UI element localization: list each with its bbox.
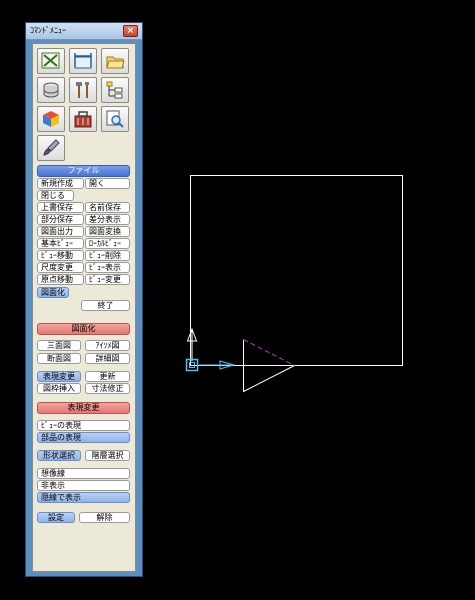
toolbox-tool-icon [74,111,92,128]
drawing-section-header: 図面化 [37,323,130,335]
hammer-tools-button[interactable] [69,77,97,103]
drawing-triangle [243,339,295,393]
expression-section-header: 表現変更 [37,402,130,414]
title-bar[interactable]: ｺﾏﾝﾄﾞﾒﾆｭｰ × [26,23,142,40]
settings-button[interactable]: 設定 [37,512,75,523]
layer-stack-tool-button[interactable] [37,77,65,103]
folder-open-tool-icon [106,56,125,69]
update-button[interactable]: 更新 [85,371,130,382]
drawing-convert-button[interactable]: 図面変換 [85,226,130,237]
scale-change-button[interactable]: 尺度変更 [37,262,84,273]
view-change-button[interactable]: ﾋﾞｭｰ変更 [85,274,130,285]
tree-structure-tool-icon [106,81,123,99]
brush-tool-icon [43,139,60,156]
diff-display-button[interactable]: 差分表示 [85,214,130,225]
drawing-output-button[interactable]: 図面出力 [37,226,84,237]
dashed-triangle-edge [243,339,295,366]
file-section-header: ファイル [37,165,130,177]
dimension-tool-button[interactable] [69,48,97,74]
origin-move-button[interactable]: 原点移動 [37,274,84,285]
frame-insert-button[interactable]: 図枠挿入 [37,383,81,394]
toolbox-tool-button[interactable] [69,106,97,132]
inspect-tool-icon [106,110,124,128]
hidden-button[interactable]: 非表示 [37,480,130,491]
view-display-button[interactable]: ﾋﾞｭｰ表示 [85,262,130,273]
edit-check-tool-button[interactable] [37,48,65,74]
close-button[interactable]: × [123,25,138,37]
edit-check-tool-icon [41,52,60,69]
cube-material-tool-icon [43,111,59,127]
open-button[interactable]: 開く [85,178,130,189]
dimension-fix-button[interactable]: 寸法修正 [85,383,130,394]
coordinate-axis-icon [185,327,236,372]
view-expression-button[interactable]: ﾋﾞｭｰの表現 [37,420,130,431]
part-expression-button[interactable]: 部品の表現 [37,432,130,443]
menu-body: ファイル 新規作成 開く 閉じる 上書保存 名前保存 部分保存 差分表示 図面出… [32,43,136,572]
expression-change-button[interactable]: 表現変更 [37,371,81,382]
drawing-mode-selected-button[interactable]: 図面化 [37,287,69,298]
tree-structure-tool-button[interactable] [101,77,129,103]
dimension-tool-icon [74,53,92,69]
save-as-button[interactable]: 名前保存 [85,202,130,213]
command-menu-window: ｺﾏﾝﾄﾞﾒﾆｭｰ × ファイル 新規作成 開く 閉じる 上書保存 名前保存 部… [25,22,143,577]
three-view-button[interactable]: 三面図 [37,340,81,351]
new-file-button[interactable]: 新規作成 [37,178,84,189]
folder-open-tool-button[interactable] [101,48,129,74]
section-view-button[interactable]: 断面図 [37,353,81,364]
hierarchy-select-button[interactable]: 階層選択 [85,450,130,461]
shape-select-button[interactable]: 形状選択 [37,450,81,461]
release-button[interactable]: 解除 [79,512,130,523]
brush-tool-button[interactable] [37,135,65,161]
close-file-button[interactable]: 閉じる [37,190,74,201]
inspect-tool-button[interactable] [101,106,129,132]
overwrite-save-button[interactable]: 上書保存 [37,202,84,213]
window-title: ｺﾏﾝﾄﾞﾒﾆｭｰ [30,26,66,35]
local-view-button[interactable]: ﾛｰｶﾙﾋﾞｭｰ [85,238,130,249]
view-move-button[interactable]: ﾋﾞｭｰ移動 [37,250,84,261]
exit-button[interactable]: 終了 [81,300,130,311]
layer-stack-tool-icon [43,82,59,98]
view-delete-button[interactable]: ﾋﾞｭｰ削除 [85,250,130,261]
hidden-line-display-button[interactable]: 隠線で表示 [37,492,130,503]
cube-material-tool-button[interactable] [37,106,65,132]
detail-view-button[interactable]: 詳細図 [85,353,130,364]
phantom-line-button[interactable]: 想像線 [37,468,130,479]
basic-view-button[interactable]: 基本ﾋﾞｭｰ [37,238,84,249]
partial-save-button[interactable]: 部分保存 [37,214,84,225]
isometric-view-button[interactable]: ｱｲｿﾒ図 [85,340,130,351]
hammer-tools-icon [76,82,89,98]
drawing-rectangle [190,175,403,366]
